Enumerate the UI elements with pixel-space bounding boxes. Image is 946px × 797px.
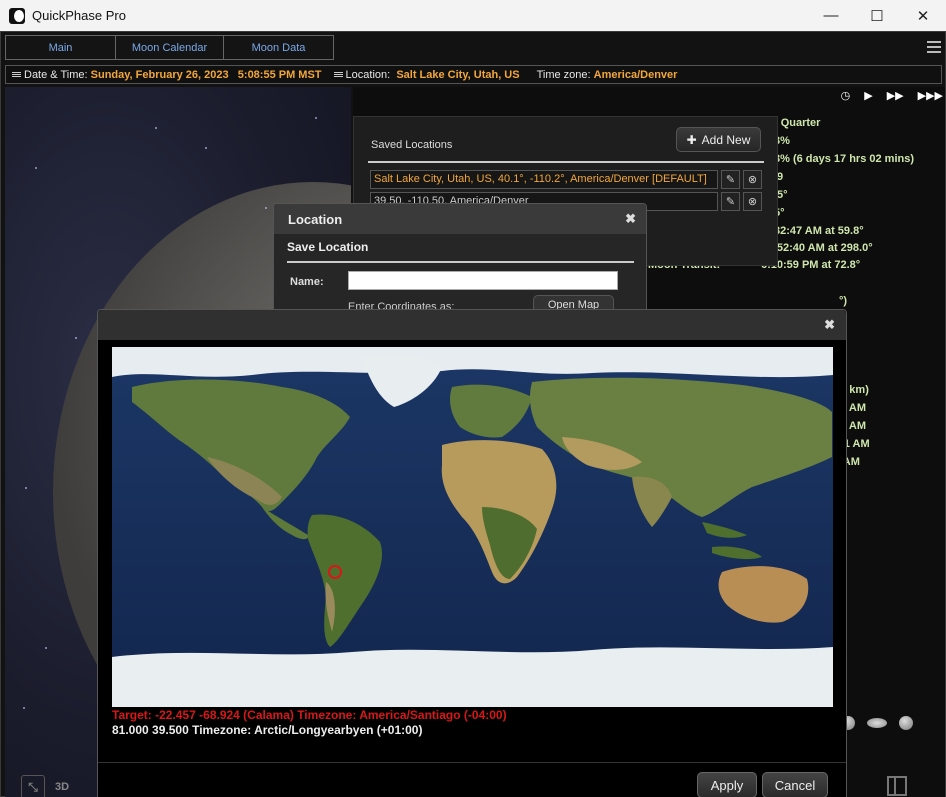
window-title: QuickPhase Pro bbox=[32, 8, 126, 23]
expand-icon[interactable]: ⤡ bbox=[21, 775, 45, 797]
location-dialog: Location ✖ Save Location Name: Enter Coo… bbox=[273, 203, 647, 315]
name-input[interactable] bbox=[348, 271, 618, 290]
edit-pencil-icon[interactable]: ✎ bbox=[721, 192, 740, 211]
datetime-value[interactable]: Sunday, February 26, 2023 5:08:55 PM MST bbox=[91, 69, 322, 81]
add-new-label: Add New bbox=[701, 132, 751, 147]
planet-strip bbox=[841, 716, 913, 730]
plus-icon: ✚ bbox=[686, 132, 697, 147]
divider bbox=[98, 762, 846, 763]
moon-data-value: °) bbox=[839, 295, 848, 307]
view-3d-label[interactable]: 3D bbox=[55, 781, 69, 793]
divider bbox=[287, 261, 634, 263]
moon-data-value: 32:47 AM at 59.8° bbox=[774, 225, 864, 237]
close-window-button[interactable]: ✕ bbox=[900, 0, 946, 31]
timezone-value[interactable]: America/Denver bbox=[594, 69, 678, 81]
world-map[interactable] bbox=[112, 347, 833, 707]
edit-pencil-icon[interactable]: ✎ bbox=[721, 170, 740, 189]
save-location-heading: Save Location bbox=[287, 240, 369, 254]
app-main: Main Moon Calendar Moon Data Date & Time… bbox=[0, 31, 946, 797]
fastest-forward-icon[interactable]: ▶▶▶ bbox=[918, 89, 943, 103]
name-label: Name: bbox=[290, 276, 324, 288]
tab-moon-data[interactable]: Moon Data bbox=[223, 35, 334, 60]
delete-icon[interactable]: ⊗ bbox=[743, 192, 762, 211]
main-tabs: Main Moon Calendar Moon Data bbox=[5, 35, 334, 60]
moon-data-value: 3% (6 days 17 hrs 02 mins) bbox=[774, 153, 915, 165]
step-forward-icon[interactable]: ▶ bbox=[864, 89, 872, 103]
tab-main[interactable]: Main bbox=[5, 35, 116, 60]
moon-data-value: t Quarter bbox=[774, 117, 821, 129]
map-dialog-header: ✖ bbox=[98, 310, 846, 340]
close-icon[interactable]: ✖ bbox=[625, 211, 636, 227]
window-titlebar: QuickPhase Pro — ☐ ✕ bbox=[0, 0, 946, 31]
timezone-label: Time zone: bbox=[536, 68, 591, 81]
planet-icon[interactable] bbox=[899, 716, 913, 730]
datetime-label: Date & Time: bbox=[24, 68, 88, 81]
fast-forward-icon[interactable]: ▶▶ bbox=[887, 89, 904, 103]
location-dialog-title: Location bbox=[274, 204, 646, 234]
saturn-icon[interactable] bbox=[867, 718, 887, 728]
minimize-button[interactable]: — bbox=[808, 0, 854, 31]
delete-icon[interactable]: ⊗ bbox=[743, 170, 762, 189]
clock-icon[interactable]: ◷ bbox=[841, 89, 851, 103]
hamburger-menu-icon[interactable] bbox=[927, 41, 941, 56]
cursor-readout: 81.000 39.500 Timezone: Arctic/Longyearb… bbox=[112, 723, 423, 737]
datetime-menu-icon[interactable] bbox=[12, 71, 21, 78]
maximize-button[interactable]: ☐ bbox=[854, 0, 900, 31]
tab-moon-calendar[interactable]: Moon Calendar bbox=[115, 35, 224, 60]
info-bar: Date & Time: Sunday, February 26, 2023 5… bbox=[5, 65, 942, 84]
time-controls: ◷ ▶ ▶▶ ▶▶▶ bbox=[841, 89, 943, 103]
view-mode-controls: ⤡ 3D bbox=[21, 775, 69, 797]
cancel-button[interactable]: Cancel bbox=[762, 772, 828, 797]
panel-layout-icon[interactable] bbox=[887, 776, 907, 796]
location-menu-icon[interactable] bbox=[333, 71, 343, 78]
add-new-button[interactable]: ✚ Add New bbox=[676, 127, 761, 152]
app-moon-icon bbox=[9, 7, 25, 24]
saved-location-default[interactable]: Salt Lake City, Utah, US, 40.1°, -110.2°… bbox=[370, 170, 718, 189]
target-readout: Target: -22.457 -68.924 (Calama) Timezon… bbox=[112, 708, 507, 722]
divider bbox=[368, 161, 764, 163]
close-icon[interactable]: ✖ bbox=[824, 317, 835, 333]
apply-button[interactable]: Apply bbox=[697, 772, 757, 797]
location-value[interactable]: Salt Lake City, Utah, US bbox=[396, 69, 519, 81]
saved-locations-title: Saved Locations bbox=[371, 139, 453, 151]
location-label: Location: bbox=[345, 68, 391, 81]
map-dialog: ✖ Target: -22.457 -68.924 (Calama) Timez… bbox=[97, 309, 847, 797]
